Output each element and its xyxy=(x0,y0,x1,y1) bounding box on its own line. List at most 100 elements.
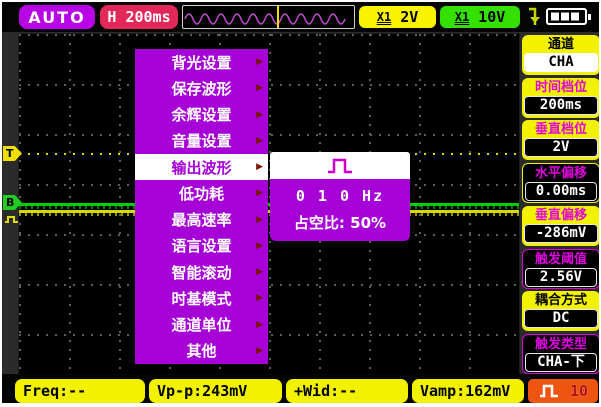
menu-item-label: 最高速率 xyxy=(171,211,232,230)
top-status-bar: AUTO H 200ms X1 2V X1 10V xyxy=(2,2,599,32)
output-wave-type-row[interactable] xyxy=(270,152,410,179)
menu-item-label: 低功耗 xyxy=(178,184,224,203)
output-wave-mini-icon xyxy=(4,209,19,228)
menu-item-label: 智能滚动 xyxy=(171,263,232,282)
menu-item-backlight[interactable]: 背光设置 ▶ xyxy=(135,49,268,75)
menu-item-label: 通道单位 xyxy=(171,316,232,335)
sidebar-box-vertical-offset[interactable]: 垂直偏移 -286mV xyxy=(522,205,599,246)
sidebar-box-vertical-scale[interactable]: 垂直档位 2V xyxy=(522,120,599,161)
submenu-arrow-icon: ▶ xyxy=(256,83,263,94)
output-wave-settings-panel: 0 1 0 Hz 占空比: 50% xyxy=(270,179,410,241)
square-wave-icon xyxy=(328,158,352,173)
sidebar-title: 垂直偏移 xyxy=(534,207,587,223)
submenu-arrow-icon: ▶ xyxy=(256,188,263,199)
duty-cycle-value: 50% xyxy=(350,214,387,233)
probe-a-scale: 2V xyxy=(400,8,419,26)
measurement-vamp: Vamp: 162mV xyxy=(412,379,524,403)
menu-item-volume[interactable]: 音量设置 ▶ xyxy=(135,128,268,154)
sidebar-title: 耦合方式 xyxy=(534,293,587,309)
sidebar-value: DC xyxy=(524,309,598,329)
battery-icon xyxy=(546,8,592,30)
channel-a-trace-ticks xyxy=(19,213,519,216)
sidebar-value: 2V xyxy=(524,138,598,158)
probe-b-scale: 10V xyxy=(478,8,506,26)
submenu-arrow-icon: ▶ xyxy=(256,319,263,330)
submenu-arrow-icon: ▶ xyxy=(256,267,263,278)
measurement-value: 162mV xyxy=(465,382,511,400)
sidebar-value: 0.00ms xyxy=(525,182,597,202)
sidebar-value: -286mV xyxy=(524,223,598,243)
submenu-arrow-icon: ▶ xyxy=(256,240,263,251)
menu-item-language[interactable]: 语言设置 ▶ xyxy=(135,233,268,259)
measurement-value: -- xyxy=(339,382,358,400)
sidebar-box-channel[interactable]: 通道 CHA xyxy=(522,35,599,75)
sidebar-value: CHA xyxy=(524,53,598,72)
waveform-preview[interactable] xyxy=(182,5,355,29)
preview-sine-icon xyxy=(184,6,346,28)
submenu-arrow-icon: ▶ xyxy=(256,214,263,225)
output-wave-status-badge[interactable]: 10 xyxy=(528,379,598,403)
menu-item-channel-unit[interactable]: 通道单位 ▶ xyxy=(135,312,268,338)
measurement-value: -- xyxy=(68,382,87,400)
submenu-arrow-icon: ▶ xyxy=(256,293,263,304)
menu-item-persistence[interactable]: 余辉设置 ▶ xyxy=(135,102,268,128)
menu-item-low-power[interactable]: 低功耗 ▶ xyxy=(135,180,268,206)
submenu-arrow-icon: ▶ xyxy=(256,162,263,173)
menu-item-max-rate[interactable]: 最高速率 ▶ xyxy=(135,207,268,233)
submenu-arrow-icon: ▶ xyxy=(256,57,263,68)
submenu-arrow-icon: ▶ xyxy=(256,345,263,356)
menu-item-output-wave[interactable]: 输出波形 ▶ xyxy=(135,154,268,181)
menu-item-other[interactable]: 其他 ▶ xyxy=(135,338,268,364)
sidebar-box-trigger-threshold[interactable]: 触发阈值 2.56V xyxy=(522,248,599,289)
menu-item-label: 保存波形 xyxy=(171,79,232,98)
measurement-label: Freq: xyxy=(23,382,69,400)
menu-item-label: 其他 xyxy=(186,342,217,361)
measurement-vpp: Vp-p: 243mV xyxy=(149,379,282,403)
sidebar-title: 通道 xyxy=(547,37,574,52)
menu-item-label: 背光设置 xyxy=(171,53,232,72)
sidebar-box-horizontal-offset[interactable]: 水平偏移 0.00ms xyxy=(522,163,599,204)
measurement-bar: Freq: -- Vp-p: 243mV +Wid: -- Vamp: 162m… xyxy=(2,374,599,403)
channel-b-probe-badge[interactable]: X1 10V xyxy=(440,6,520,28)
measurement-freq: Freq: -- xyxy=(15,379,145,403)
square-wave-icon xyxy=(539,384,558,398)
timebase-badge[interactable]: H 200ms xyxy=(100,5,178,29)
trigger-mode-badge[interactable]: AUTO xyxy=(19,5,95,29)
sidebar-value: CHA-下 xyxy=(525,352,597,372)
menu-item-timebase-mode[interactable]: 时基模式 ▶ xyxy=(135,285,268,311)
channel-b-trace-ticks xyxy=(19,206,519,209)
measurement-label: +Wid: xyxy=(294,382,340,400)
menu-item-smart-scroll[interactable]: 智能滚动 ▶ xyxy=(135,259,268,285)
sidebar-title: 触发阈值 xyxy=(534,251,587,267)
duty-cycle-label: 占空比: xyxy=(293,214,345,233)
sidebar-title: 时间档位 xyxy=(534,79,587,95)
trigger-edge-icon xyxy=(526,5,542,33)
sidebar-title: 垂直档位 xyxy=(534,122,587,138)
menu-item-label: 音量设置 xyxy=(171,132,232,151)
menu-item-label: 余辉设置 xyxy=(171,106,232,125)
probe-a-attenuation: X1 xyxy=(376,10,392,24)
oscilloscope-screen: AUTO H 200ms X1 2V X1 10V T B 背光设置 ▶ 保存波… xyxy=(2,2,599,403)
measurement-value: 243mV xyxy=(202,382,248,400)
sidebar-box-coupling[interactable]: 耦合方式 DC xyxy=(522,291,599,332)
measurement-label: Vp-p: xyxy=(157,382,203,400)
output-frequency-field[interactable]: 0 1 0 Hz xyxy=(296,187,384,205)
probe-b-attenuation: X1 xyxy=(454,10,470,24)
sidebar-box-trigger-type[interactable]: 触发类型 CHA-下 xyxy=(522,333,599,374)
measurement-label: Vamp: xyxy=(420,382,466,400)
settings-menu: 背光设置 ▶ 保存波形 ▶ 余辉设置 ▶ 音量设置 ▶ 输出波形 ▶ 低功耗 ▶ 最高速率 ▶… xyxy=(135,49,268,364)
measurement-pos-width: +Wid: -- xyxy=(286,379,408,403)
menu-item-save-waveform[interactable]: 保存波形 ▶ xyxy=(135,75,268,101)
submenu-arrow-icon: ▶ xyxy=(256,109,263,120)
submenu-arrow-icon: ▶ xyxy=(256,135,263,146)
channel-a-probe-badge[interactable]: X1 2V xyxy=(359,6,436,28)
menu-item-label: 语言设置 xyxy=(171,237,232,256)
duty-cycle-row[interactable]: 占空比: 50% xyxy=(294,212,386,233)
menu-item-label: 时基模式 xyxy=(171,289,232,308)
trigger-level-line[interactable] xyxy=(19,153,519,155)
parameter-sidebar: 通道 CHA 时间档位 200ms 垂直档位 2V 水平偏移 0.00ms 垂直… xyxy=(522,35,599,374)
sidebar-title: 触发类型 xyxy=(534,336,587,352)
waveform-display xyxy=(18,33,520,376)
sidebar-box-time-scale[interactable]: 时间档位 200ms xyxy=(522,77,599,118)
sidebar-title: 水平偏移 xyxy=(534,166,587,182)
